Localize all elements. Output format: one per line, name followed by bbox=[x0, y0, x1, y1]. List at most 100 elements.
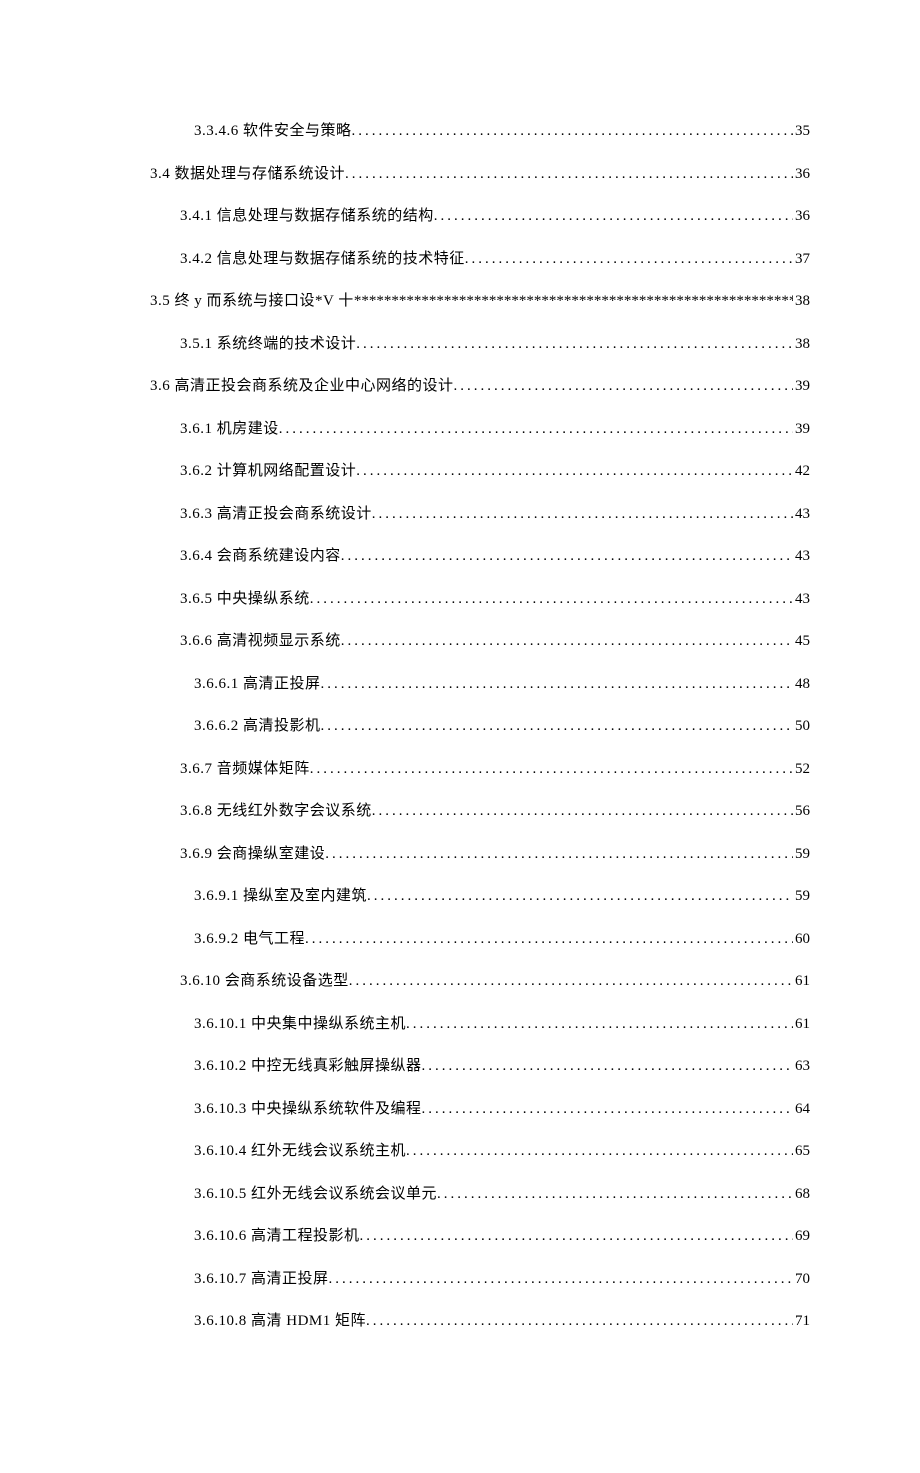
toc-page: 61 bbox=[793, 1013, 810, 1036]
toc-leader bbox=[367, 885, 793, 908]
toc-leader bbox=[437, 1183, 793, 1206]
toc-entry: 3.6.6 高清视频显示系统 45 bbox=[150, 630, 810, 653]
toc-label: 3.3.4.6 软件安全与策略 bbox=[194, 120, 352, 143]
toc-leader bbox=[356, 333, 793, 356]
toc-page: 69 bbox=[793, 1225, 810, 1248]
toc-label: 3.6.10.1 中央集中操纵系统主机 bbox=[194, 1013, 406, 1036]
toc-entry: 3.4 数据处理与存储系统设计 36 bbox=[150, 163, 810, 186]
toc-page: 59 bbox=[793, 843, 810, 866]
toc-entry: 3.6.1 机房建设 39 bbox=[150, 418, 810, 441]
toc-label: 3.4.1 信息处理与数据存储系统的结构 bbox=[180, 205, 434, 228]
toc-label: 3.5.1 系统终端的技术设计 bbox=[180, 333, 356, 356]
toc-label: 3.6.6.2 高清投影机 bbox=[194, 715, 321, 738]
toc-entry: 3.6.10.2 中控无线真彩触屏操纵器 63 bbox=[150, 1055, 810, 1078]
toc-label: 3.6.1 机房建设 bbox=[180, 418, 279, 441]
toc-entry: 3.4.1 信息处理与数据存储系统的结构 36 bbox=[150, 205, 810, 228]
toc-leader bbox=[354, 290, 793, 313]
toc-page: 35 bbox=[793, 120, 810, 143]
toc-label: 3.6.10.7 高清正投屏 bbox=[194, 1268, 329, 1291]
toc-entry: 3.6.7 音频媒体矩阵 52 bbox=[150, 758, 810, 781]
toc-leader bbox=[372, 503, 793, 526]
toc-entry: 3.6.9.2 电气工程60 bbox=[150, 928, 810, 951]
toc-entry: 3.6.10.8 高清 HDM1 矩阵71 bbox=[150, 1310, 810, 1333]
toc-page: 38 bbox=[793, 290, 810, 313]
toc-entry: 3.6.6.2 高清投影机 50 bbox=[150, 715, 810, 738]
toc-entry: 3.6.10 会商系统设备选型 61 bbox=[150, 970, 810, 993]
toc-page: 63 bbox=[793, 1055, 810, 1078]
toc-page: 39 bbox=[793, 418, 810, 441]
toc-entry: 3.6.2 计算机网络配置设计 42 bbox=[150, 460, 810, 483]
toc-entry: 3.5.1 系统终端的技术设计 38 bbox=[150, 333, 810, 356]
toc-label: 3.6.9.1 操纵室及室内建筑 bbox=[194, 885, 367, 908]
toc-page: 68 bbox=[793, 1183, 810, 1206]
toc-leader bbox=[406, 1140, 793, 1163]
toc-leader bbox=[360, 1225, 793, 1248]
toc-leader bbox=[454, 375, 793, 398]
toc-leader bbox=[349, 970, 793, 993]
toc-label: 3.6.6 高清视频显示系统 bbox=[180, 630, 341, 653]
toc-page: 43 bbox=[793, 588, 810, 611]
toc-page: 43 bbox=[793, 503, 810, 526]
toc-page: 61 bbox=[793, 970, 810, 993]
toc-leader bbox=[305, 928, 793, 951]
toc-leader bbox=[345, 163, 793, 186]
toc-page: 42 bbox=[793, 460, 810, 483]
toc-label: 3.6.2 计算机网络配置设计 bbox=[180, 460, 356, 483]
toc-page: 45 bbox=[793, 630, 810, 653]
toc-entry: 3.6.5 中央操纵系统 43 bbox=[150, 588, 810, 611]
toc-entry: 3.3.4.6 软件安全与策略 35 bbox=[150, 120, 810, 143]
toc-page: 52 bbox=[793, 758, 810, 781]
toc-leader bbox=[310, 758, 793, 781]
toc-entry: 3.6.8 无线红外数字会议系统 56 bbox=[150, 800, 810, 823]
toc-entry: 3.6.10.7 高清正投屏 70 bbox=[150, 1268, 810, 1291]
toc-page: 70 bbox=[793, 1268, 810, 1291]
toc-label: 3.6.10.6 高清工程投影机 bbox=[194, 1225, 360, 1248]
toc-entry: 3.6.10.3 中央操纵系统软件及编程 64 bbox=[150, 1098, 810, 1121]
toc-leader bbox=[341, 545, 793, 568]
toc-leader bbox=[325, 843, 793, 866]
toc-entry: 3.6.4 会商系统建设内容43 bbox=[150, 545, 810, 568]
toc-label: 3.6.10.3 中央操纵系统软件及编程 bbox=[194, 1098, 422, 1121]
toc-page: 56 bbox=[793, 800, 810, 823]
toc-label: 3.6.10.5 红外无线会议系统会议单元 bbox=[194, 1183, 437, 1206]
toc-entry: 3.6.6.1 高清正投屏48 bbox=[150, 673, 810, 696]
toc-leader bbox=[352, 120, 793, 143]
toc-page: 39 bbox=[793, 375, 810, 398]
toc-label: 3.4 数据处理与存储系统设计 bbox=[150, 163, 345, 186]
toc-entry: 3.6.3 高清正投会商系统设计 43 bbox=[150, 503, 810, 526]
toc-label: 3.6.9 会商操纵室建设 bbox=[180, 843, 325, 866]
toc-leader bbox=[422, 1098, 793, 1121]
toc-entry: 3.6.10.5 红外无线会议系统会议单元 68 bbox=[150, 1183, 810, 1206]
toc-label: 3.6.3 高清正投会商系统设计 bbox=[180, 503, 372, 526]
toc-label: 3.6 高清正投会商系统及企业中心网络的设计 bbox=[150, 375, 454, 398]
toc-page: 36 bbox=[793, 163, 810, 186]
toc-entry: 3.6 高清正投会商系统及企业中心网络的设计 39 bbox=[150, 375, 810, 398]
toc-leader bbox=[341, 630, 793, 653]
toc-page: 60 bbox=[793, 928, 810, 951]
toc-label: 3.5 终 y 而系统与接口设*V 十 bbox=[150, 290, 354, 313]
toc-entry: 3.4.2 信息处理与数据存储系统的技术特征 37 bbox=[150, 248, 810, 271]
toc-label: 3.6.10.8 高清 HDM1 矩阵 bbox=[194, 1310, 366, 1333]
toc-leader bbox=[372, 800, 793, 823]
table-of-contents: 3.3.4.6 软件安全与策略353.4 数据处理与存储系统设计363.4.1 … bbox=[150, 120, 810, 1333]
toc-label: 3.4.2 信息处理与数据存储系统的技术特征 bbox=[180, 248, 465, 271]
toc-leader bbox=[321, 715, 793, 738]
toc-page: 36 bbox=[793, 205, 810, 228]
toc-label: 3.6.10 会商系统设备选型 bbox=[180, 970, 349, 993]
toc-label: 3.6.10.2 中控无线真彩触屏操纵器 bbox=[194, 1055, 422, 1078]
toc-leader bbox=[279, 418, 793, 441]
toc-leader bbox=[434, 205, 793, 228]
toc-label: 3.6.8 无线红外数字会议系统 bbox=[180, 800, 372, 823]
toc-leader bbox=[321, 673, 793, 696]
toc-page: 64 bbox=[793, 1098, 810, 1121]
toc-leader bbox=[366, 1310, 793, 1333]
toc-label: 3.6.7 音频媒体矩阵 bbox=[180, 758, 310, 781]
toc-page: 38 bbox=[793, 333, 810, 356]
toc-page: 43 bbox=[793, 545, 810, 568]
toc-leader bbox=[465, 248, 793, 271]
toc-page: 37 bbox=[793, 248, 810, 271]
toc-leader bbox=[406, 1013, 793, 1036]
toc-page: 65 bbox=[793, 1140, 810, 1163]
toc-page: 50 bbox=[793, 715, 810, 738]
toc-label: 3.6.5 中央操纵系统 bbox=[180, 588, 310, 611]
